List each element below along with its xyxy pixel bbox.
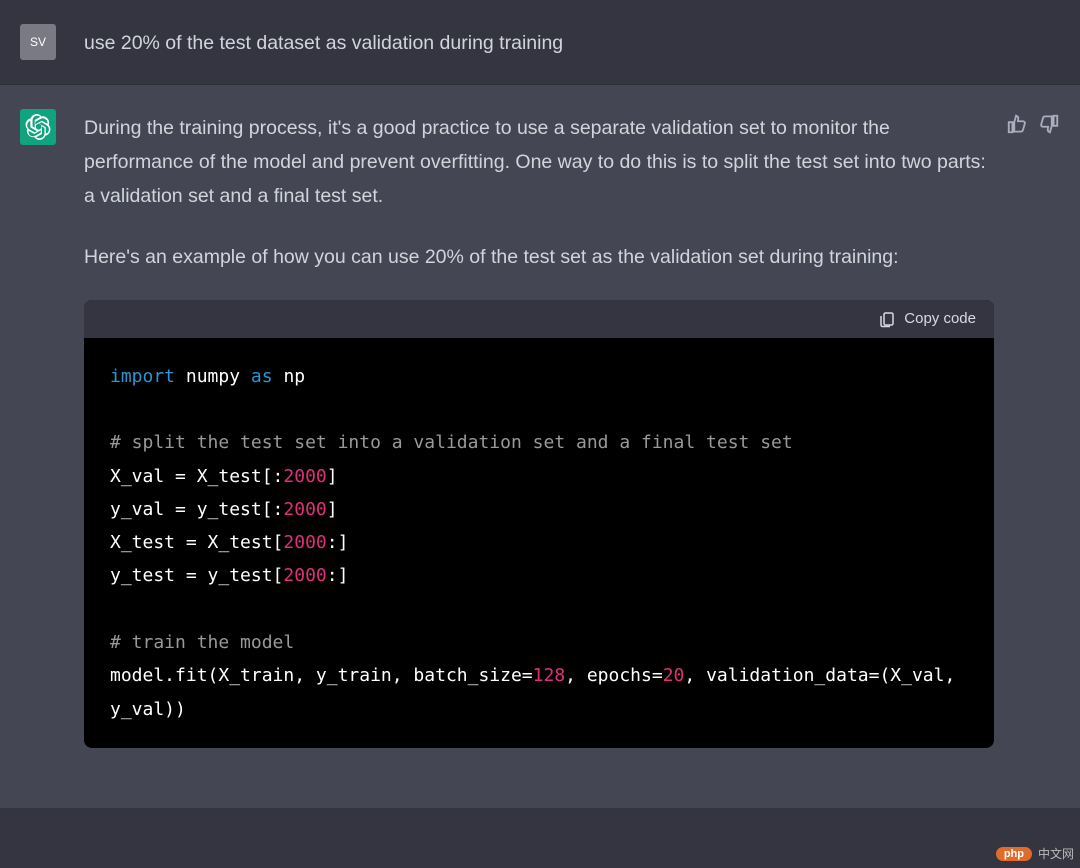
user-avatar-initials: SV	[30, 35, 46, 49]
watermark-pill: php	[996, 847, 1032, 861]
thumbs-down-icon	[1038, 113, 1060, 135]
thumbs-up-button[interactable]	[1006, 113, 1028, 135]
assistant-paragraph: During the training process, it's a good…	[84, 111, 994, 213]
code-block: Copy code import numpy as np # split the…	[84, 300, 994, 748]
clipboard-icon	[878, 310, 896, 328]
copy-code-label: Copy code	[904, 310, 976, 327]
user-message-text: use 20% of the test dataset as validatio…	[84, 24, 1060, 60]
watermark: php 中文网	[996, 845, 1074, 862]
copy-code-button[interactable]: Copy code	[878, 310, 976, 328]
assistant-message-row: During the training process, it's a good…	[0, 85, 1080, 808]
feedback-controls	[1006, 109, 1060, 748]
thumbs-up-icon	[1006, 113, 1028, 135]
assistant-content: During the training process, it's a good…	[84, 109, 1060, 748]
assistant-paragraph: Here's an example of how you can use 20%…	[84, 240, 994, 274]
openai-logo-icon	[25, 114, 51, 140]
user-avatar: SV	[20, 24, 56, 60]
assistant-text: During the training process, it's a good…	[84, 109, 994, 748]
thumbs-down-button[interactable]	[1038, 113, 1060, 135]
assistant-avatar	[20, 109, 56, 145]
code-content[interactable]: import numpy as np # split the test set …	[84, 338, 994, 748]
code-header: Copy code	[84, 300, 994, 338]
user-message-row: SV use 20% of the test dataset as valida…	[0, 0, 1080, 85]
watermark-text: 中文网	[1038, 845, 1074, 862]
